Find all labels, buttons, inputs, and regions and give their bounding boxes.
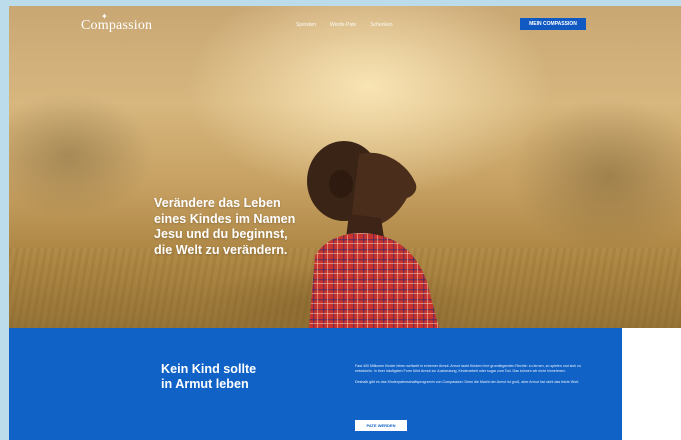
section-paragraph: Deshalb gibt es das Kinderpatenschaftspr… — [355, 379, 580, 384]
hero-headline: Verändere das Leben eines Kindes im Name… — [154, 196, 344, 258]
nav-item-werde-pate[interactable]: Werde Pate — [330, 22, 356, 28]
headline-line: die Welt zu verändern. — [154, 242, 288, 257]
dove-icon: ✦ — [101, 12, 108, 21]
title-line: Kein Kind sollte — [161, 362, 257, 376]
mission-section: Kein Kind sollte in Armut leben Fast 400… — [9, 328, 622, 440]
headline-line: Jesu und du beginnst, — [154, 227, 288, 241]
section-title: Kein Kind sollte in Armut leben — [161, 362, 321, 392]
page-frame: ✦ Compassion Spenden Werde Pate Schenken… — [9, 6, 681, 440]
title-line: in Armut leben — [161, 377, 249, 391]
white-strip — [622, 362, 681, 440]
brand-name: Compassion — [81, 18, 153, 33]
hero-section: ✦ Compassion Spenden Werde Pate Schenken… — [9, 6, 681, 328]
mein-compassion-button[interactable]: MEIN COMPASSION — [520, 18, 586, 30]
nav-item-spenden[interactable]: Spenden — [296, 22, 316, 28]
pate-werden-button[interactable]: PATE WERDEN — [355, 420, 407, 431]
section-paragraph: Fast 400 Millionen Kinder leben weltweit… — [355, 364, 581, 374]
headline-line: Verändere das Leben — [154, 196, 281, 210]
compassion-logo[interactable]: ✦ Compassion — [81, 12, 153, 34]
main-nav: Spenden Werde Pate Schenken — [296, 22, 393, 28]
nav-item-schenken[interactable]: Schenken — [370, 22, 392, 28]
headline-line: eines Kindes im Namen — [154, 211, 296, 226]
section-text: Fast 400 Millionen Kinder leben weltweit… — [355, 364, 593, 390]
